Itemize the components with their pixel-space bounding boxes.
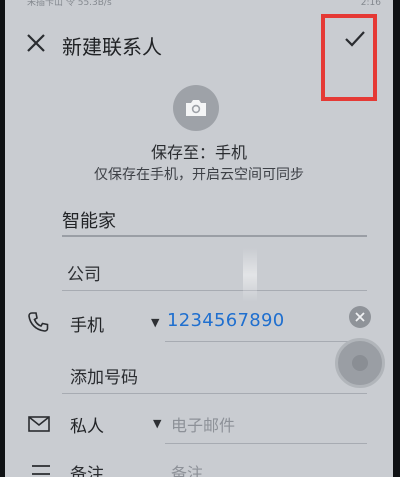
page-title: 新建联系人 [62, 35, 162, 59]
company-field[interactable]: 公司 [67, 260, 101, 285]
notes-icon [32, 465, 50, 475]
contact-editor-screen: 未插卡山 令 55.3B/s 2:16 新建联系人 保存至：手机 仅保存在手机，… [5, 0, 393, 477]
divider [62, 393, 367, 394]
mail-icon [28, 416, 50, 432]
floating-assistive-button[interactable] [335, 338, 385, 388]
save-location-label[interactable]: 保存至：手机 [5, 139, 393, 163]
screen-glare [243, 248, 257, 302]
divider [165, 341, 367, 342]
chevron-down-icon: ▼ [151, 316, 160, 329]
add-number-button[interactable]: 添加号码 [70, 363, 138, 388]
status-time: 2:16 [360, 0, 381, 8]
close-icon[interactable] [25, 32, 47, 54]
clear-icon [355, 312, 365, 322]
divider [165, 443, 367, 444]
notes-input[interactable]: 备注 [171, 460, 203, 477]
phone-icon [28, 312, 49, 332]
highlight-box [321, 14, 377, 101]
add-photo-button[interactable] [173, 85, 219, 131]
email-input[interactable]: 电子邮件 [171, 412, 235, 436]
chevron-down-icon: ▼ [153, 417, 162, 430]
divider [62, 290, 367, 291]
phone-number-input[interactable]: 1234567890 [167, 310, 285, 331]
name-field[interactable]: 智能家 [62, 207, 367, 237]
clear-phone-button[interactable] [349, 306, 371, 328]
phone-type-selector[interactable]: 手机 [70, 311, 104, 336]
save-location-note: 仅保存在手机，开启云空间可同步 [94, 167, 304, 183]
email-type-selector[interactable]: 私人 [70, 412, 104, 437]
assistive-dot-icon [352, 355, 368, 371]
notes-label: 备注 [70, 465, 104, 477]
status-carrier: 未插卡山 令 55.3B/s [27, 0, 112, 8]
camera-icon [186, 100, 206, 116]
status-bar: 未插卡山 令 55.3B/s 2:16 [5, 0, 393, 12]
